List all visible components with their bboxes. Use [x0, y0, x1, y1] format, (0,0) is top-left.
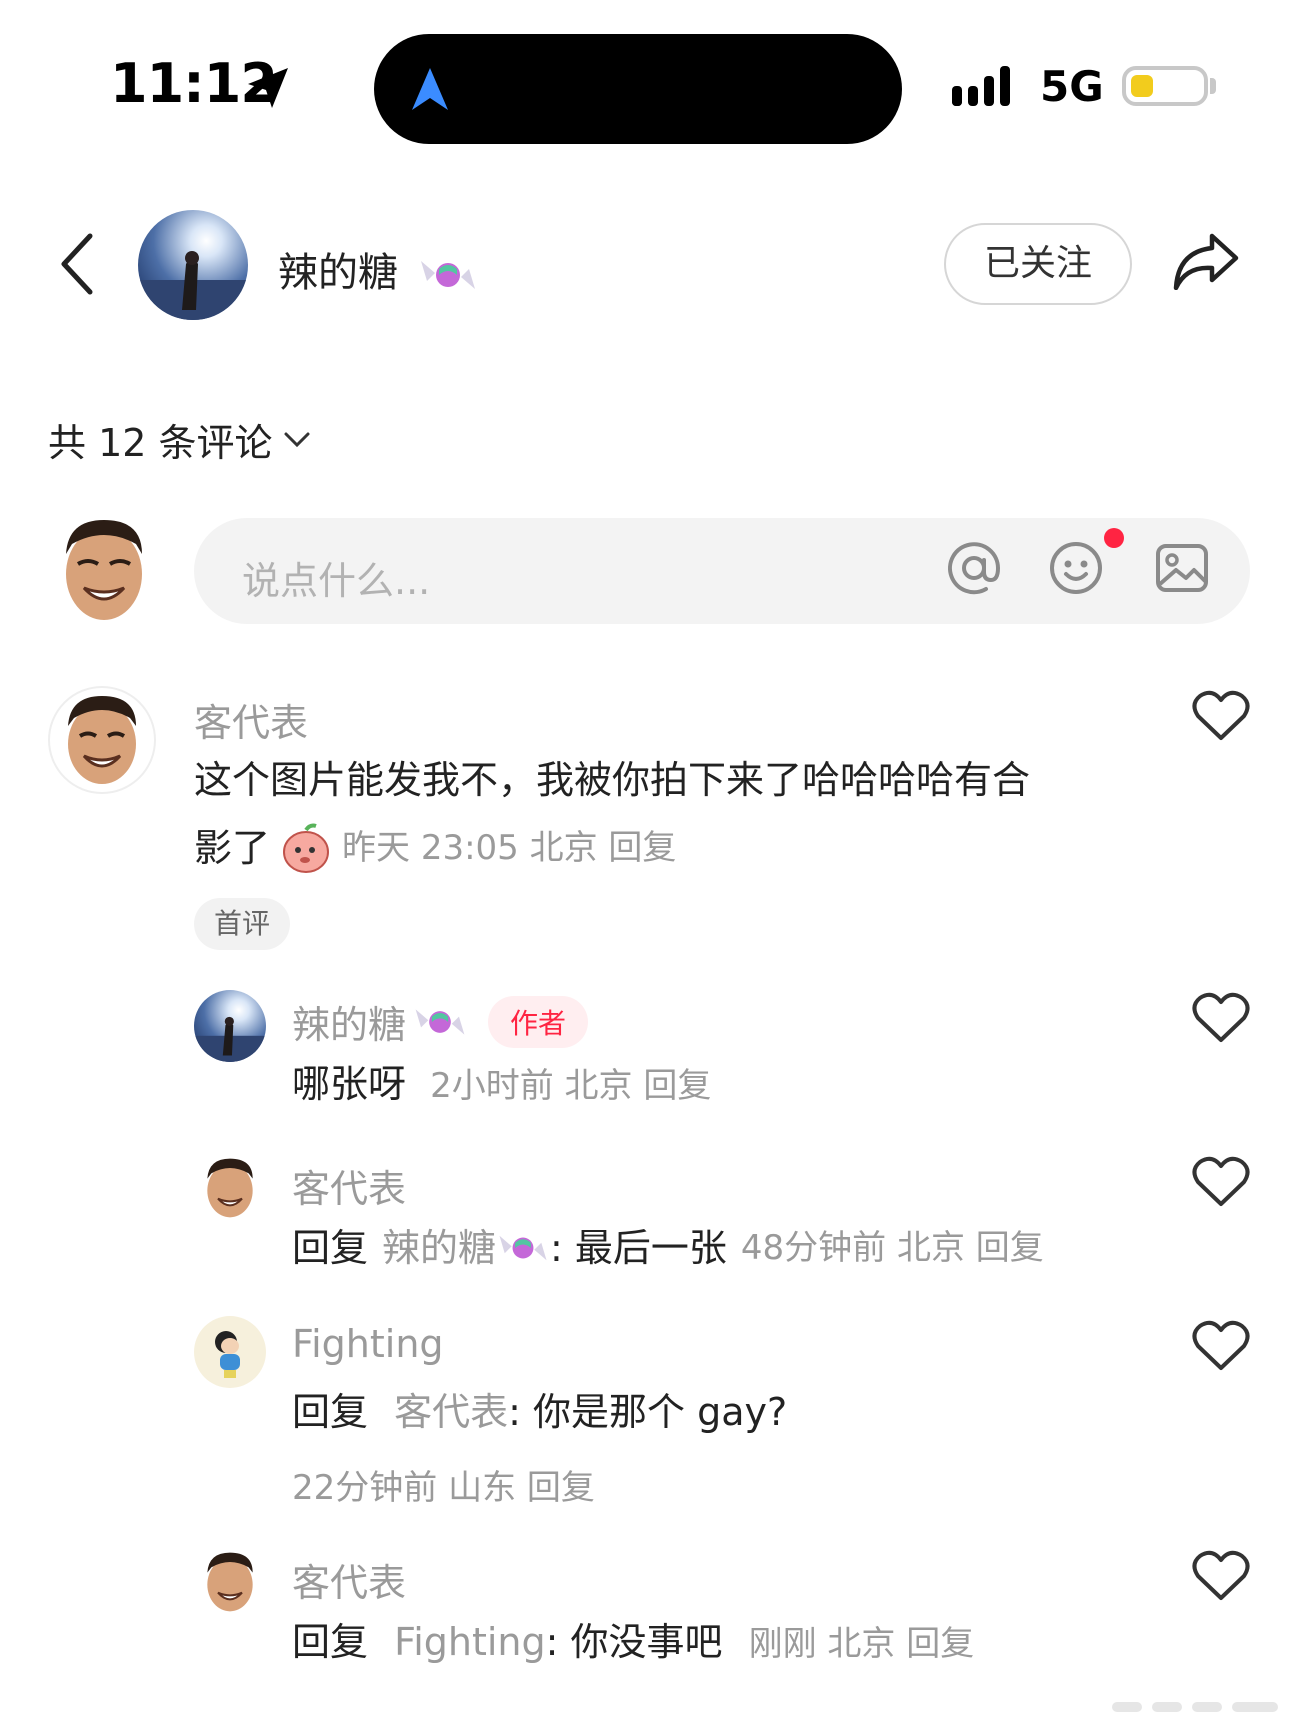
- reply-meta[interactable]: 2小时前 北京 回复: [430, 1066, 711, 1106]
- reply-text: 哪张呀: [292, 1062, 407, 1106]
- dynamic-island: [374, 34, 902, 144]
- image-icon[interactable]: [1154, 540, 1210, 596]
- like-heart-icon[interactable]: [1192, 992, 1250, 1044]
- reply-avatar[interactable]: [194, 1546, 266, 1618]
- comments-count-label: 共 12 条评论: [48, 421, 273, 465]
- first-comment-badge: 首评: [194, 898, 290, 950]
- peach-emoji-icon: [283, 823, 330, 873]
- author-name-text: 辣的糖: [278, 250, 398, 296]
- reply-author-name[interactable]: Fighting: [292, 1322, 444, 1366]
- reply-label: 回复: [292, 1390, 369, 1434]
- like-heart-icon[interactable]: [1192, 1156, 1250, 1208]
- reply-text-row: 回复 Fighting: 你没事吧 刚刚 北京 回复: [292, 1608, 974, 1678]
- candy-icon: [499, 1235, 547, 1261]
- like-heart-icon[interactable]: [1192, 1550, 1250, 1602]
- emoji-notification-dot: [1104, 528, 1124, 548]
- location-arrow-icon: [248, 68, 288, 108]
- author-avatar[interactable]: [138, 210, 248, 320]
- follow-button[interactable]: 已关注: [944, 223, 1132, 305]
- reply-text: : 最后一张: [550, 1226, 727, 1270]
- reply-author-row[interactable]: 辣的糖 作者: [292, 994, 589, 1049]
- network-type: 5G: [1040, 62, 1104, 111]
- emoji-icon[interactable]: [1048, 540, 1104, 596]
- reply-author-name: 辣的糖: [292, 1003, 407, 1047]
- candy-icon: [415, 1008, 465, 1035]
- reply-author-name[interactable]: 客代表: [292, 1158, 406, 1213]
- mention-at-icon[interactable]: [946, 540, 1002, 596]
- reply-target[interactable]: Fighting: [394, 1620, 546, 1664]
- navigation-arrow-icon: [412, 68, 448, 110]
- like-heart-icon[interactable]: [1192, 1320, 1250, 1372]
- reply-meta[interactable]: 刚刚 北京 回复: [749, 1624, 975, 1664]
- like-heart-icon[interactable]: [1192, 690, 1250, 742]
- comments-count[interactable]: 共 12 条评论: [48, 412, 311, 467]
- candy-icon: [420, 261, 475, 289]
- battery-icon: [1122, 66, 1208, 106]
- commenter-avatar[interactable]: [48, 686, 156, 794]
- reply-text-row: 回复 辣的糖 : 最后一张 48分钟前 北京 回复: [292, 1214, 1044, 1282]
- chevron-down-icon: [284, 432, 310, 447]
- comment-text-line1: 这个图片能发我不，我被你拍下来了哈哈哈哈有合: [194, 758, 1031, 802]
- reply-text: : 你没事吧: [545, 1620, 723, 1664]
- reply-target[interactable]: 辣的糖: [382, 1214, 496, 1282]
- reply-meta[interactable]: 48分钟前 北京 回复: [741, 1214, 1044, 1282]
- reply-target[interactable]: 客代表: [394, 1390, 508, 1434]
- reply-avatar[interactable]: [194, 1152, 266, 1224]
- battery-tip: [1210, 78, 1216, 94]
- bottom-decoration: [1112, 1702, 1278, 1712]
- reply-avatar-fighting[interactable]: [194, 1316, 266, 1388]
- comment-text-line2: 影了 昨天 23:05 北京 回复: [194, 814, 676, 882]
- reply-meta[interactable]: 22分钟前 山东 回复: [292, 1460, 595, 1509]
- reply-text-row: 回复 客代表: 你是那个 gay?: [292, 1378, 787, 1446]
- back-chevron-icon[interactable]: [56, 232, 96, 296]
- my-avatar: [66, 520, 142, 620]
- comment-text-line2-text: 影了: [194, 826, 271, 870]
- author-tag: 作者: [488, 995, 589, 1048]
- signal-icon: [952, 66, 1010, 106]
- comment-input-placeholder: 说点什么...: [242, 559, 431, 603]
- reply-text-row: 哪张呀 2小时前 北京 回复: [292, 1050, 711, 1120]
- reply-label: 回复: [292, 1620, 369, 1664]
- comment-meta[interactable]: 昨天 23:05 北京 回复: [342, 814, 676, 882]
- share-icon[interactable]: [1172, 230, 1240, 290]
- reply-author-name[interactable]: 客代表: [292, 1552, 406, 1607]
- comment-author[interactable]: 客代表: [194, 692, 308, 747]
- author-name[interactable]: 辣的糖: [278, 240, 479, 298]
- reply-avatar-author[interactable]: [194, 990, 266, 1062]
- reply-label: 回复: [292, 1226, 369, 1270]
- reply-text: : 你是那个 gay?: [508, 1390, 788, 1434]
